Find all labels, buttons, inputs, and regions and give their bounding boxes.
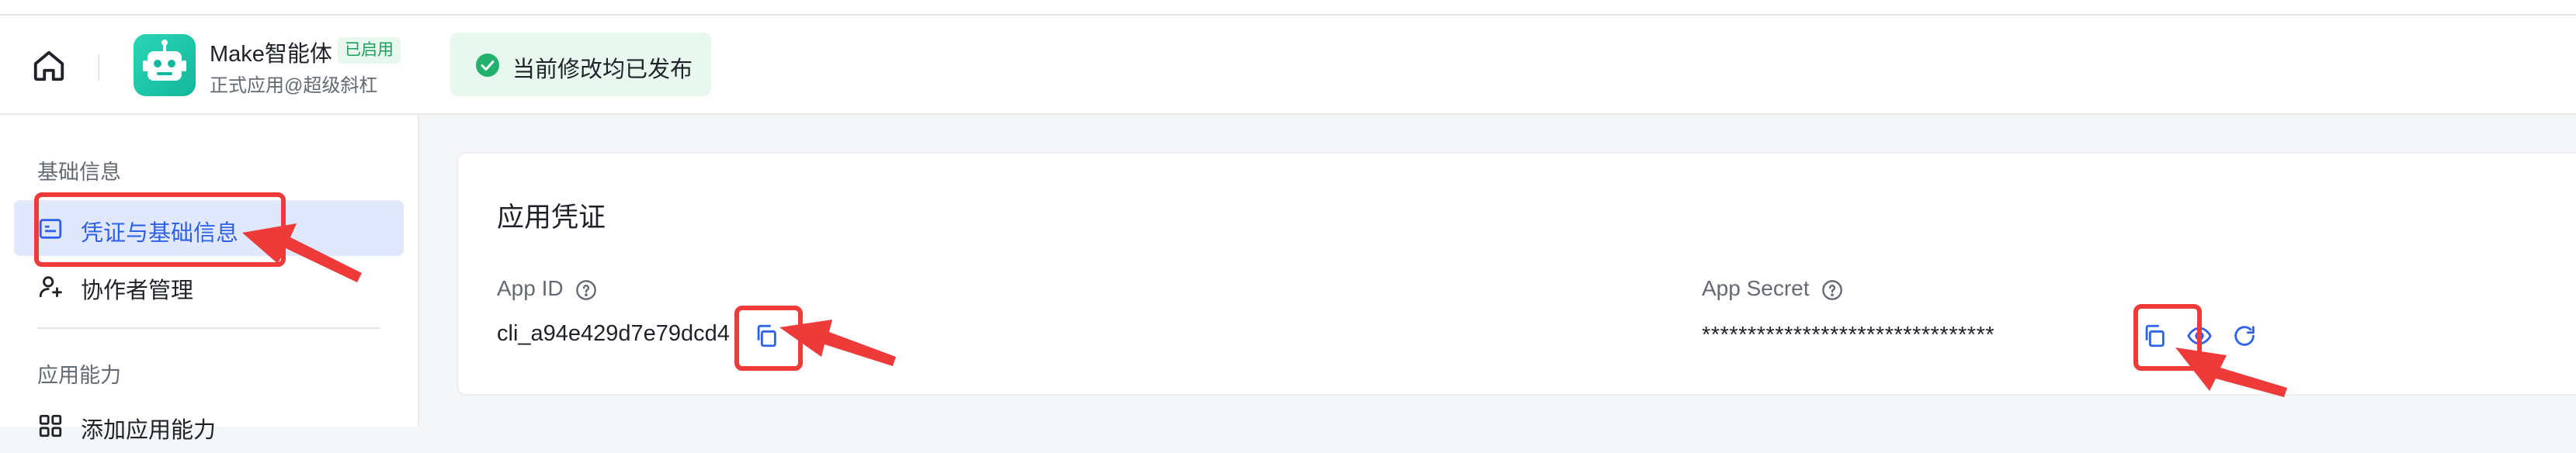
sidebar-section-basic: 基础信息 xyxy=(37,161,121,184)
app-subtitle: 正式应用@超级斜杠 xyxy=(210,75,378,96)
app-secret-label-text: App Secret xyxy=(1702,276,1810,300)
app-header: Make智能体 已启用 正式应用@超级斜杠 当前修改均已发布 xyxy=(0,16,2576,115)
app-name: Make智能体 xyxy=(210,42,332,67)
help-icon[interactable] xyxy=(1821,279,1843,301)
help-icon[interactable] xyxy=(575,279,597,301)
check-circle-icon xyxy=(476,54,499,77)
app-secret-value: ******************************** xyxy=(1702,323,1995,348)
grid-icon xyxy=(39,414,62,437)
annotation-box-secret-copy xyxy=(2133,304,2202,371)
sidebar-divider xyxy=(37,327,380,329)
app-secret-label: App Secret xyxy=(1702,276,1843,301)
sidebar-section-capability: 应用能力 xyxy=(37,364,121,387)
publish-status-banner: 当前修改均已发布 xyxy=(450,33,711,96)
annotation-box-sidebar xyxy=(34,192,286,267)
app-avatar xyxy=(134,34,196,96)
header-divider xyxy=(98,54,99,81)
publish-status-text: 当前修改均已发布 xyxy=(512,57,693,82)
user-add-icon xyxy=(39,276,62,298)
app-id-label: App ID xyxy=(497,276,597,301)
card-title: 应用凭证 xyxy=(497,202,606,233)
annotation-box-app-id-copy xyxy=(734,306,803,371)
refresh-icon[interactable] xyxy=(2231,323,2258,349)
app-id-label-text: App ID xyxy=(497,276,564,300)
sidebar-item-label: 添加应用能力 xyxy=(81,418,217,443)
sidebar: 基础信息 凭证与基础信息 协作者管理 应用能力 添加应用能力 xyxy=(0,115,419,443)
robot-icon xyxy=(143,40,186,81)
home-icon[interactable] xyxy=(31,48,67,84)
top-bar-strip xyxy=(0,0,2576,16)
status-badge: 已启用 xyxy=(338,37,401,64)
sidebar-item-add-capability[interactable]: 添加应用能力 xyxy=(14,397,404,453)
app-id-value: cli_a94e429d7e79dcd4 xyxy=(497,321,730,346)
sidebar-item-label: 协作者管理 xyxy=(81,278,194,303)
